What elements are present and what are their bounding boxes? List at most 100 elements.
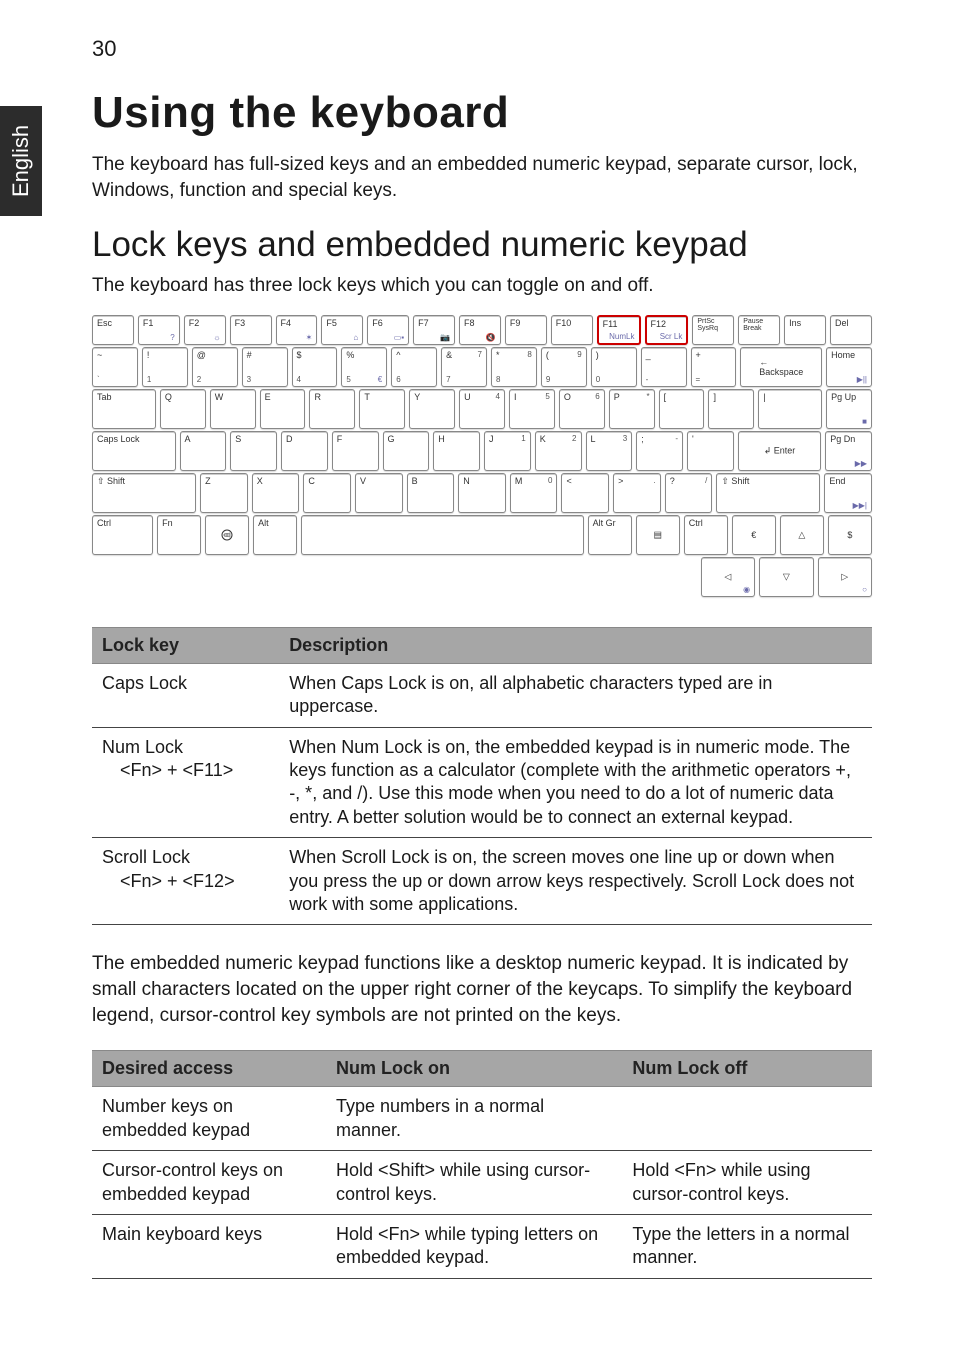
key-tab: Tab xyxy=(92,389,156,429)
windows-key-icon xyxy=(205,515,249,555)
key-8: *88 xyxy=(491,347,537,387)
key-f11: F11NumLk xyxy=(597,315,641,345)
key-j: J1 xyxy=(484,431,531,471)
key-arrow-left: ◁◉ xyxy=(701,557,755,597)
key-c: C xyxy=(303,473,351,513)
key-fn: Fn xyxy=(157,515,201,555)
language-tab: English xyxy=(0,106,42,216)
key-shift-left: ⇧ Shift xyxy=(92,473,196,513)
desired-access-table: Desired access Num Lock on Num Lock off … xyxy=(92,1050,872,1278)
key-o: O6 xyxy=(559,389,605,429)
cell-desc: When Scroll Lock is on, the screen moves… xyxy=(279,838,872,925)
key-arrow-down: ▽ xyxy=(759,557,813,597)
key-h: H xyxy=(433,431,480,471)
key-m: M0 xyxy=(510,473,558,513)
key-0: )0 xyxy=(591,347,637,387)
key-v: V xyxy=(355,473,403,513)
cell-desc: When Caps Lock is on, all alphabetic cha… xyxy=(279,663,872,727)
th-numlock-off: Num Lock off xyxy=(622,1051,872,1087)
key-tilde: ~` xyxy=(92,347,138,387)
section-sub: The keyboard has three lock keys which y… xyxy=(92,273,872,299)
cell-on: Hold <Fn> while typing letters on embedd… xyxy=(326,1214,622,1278)
key-n: N xyxy=(458,473,506,513)
key-menu: ▤ xyxy=(636,515,680,555)
key-home: Home▶|| xyxy=(826,347,872,387)
key-arrow-right: ▷○ xyxy=(818,557,872,597)
key-w: W xyxy=(210,389,256,429)
cell-on: Hold <Shift> while using cursor-control … xyxy=(326,1151,622,1215)
key-q: Q xyxy=(160,389,206,429)
table-row: Scroll Lock <Fn> + <F12> When Scroll Loc… xyxy=(92,838,872,925)
table-row: Caps Lock When Caps Lock is on, all alph… xyxy=(92,663,872,727)
mid-paragraph: The embedded numeric keypad functions li… xyxy=(92,951,872,1028)
kb-row-zxcv: ⇧ Shift Z X C V B N M0 < >. ?/ ⇧ Shift E… xyxy=(92,473,872,513)
key-ctrl-left: Ctrl xyxy=(92,515,153,555)
key-z: Z xyxy=(200,473,248,513)
key-i: I5 xyxy=(509,389,555,429)
key-r: R xyxy=(309,389,355,429)
th-lock-key: Lock key xyxy=(92,627,279,663)
cell-access: Main keyboard keys xyxy=(92,1214,326,1278)
key-lbracket: [ xyxy=(659,389,705,429)
table-header-row: Lock key Description xyxy=(92,627,872,663)
key-4: $4 xyxy=(292,347,338,387)
key-b: B xyxy=(407,473,455,513)
kb-row-function: Esc F1? F2☼ F3 F4✶ F5⌂ F6▭▪ F7📷 F8🔇 F9 F… xyxy=(92,315,872,345)
th-desired-access: Desired access xyxy=(92,1051,326,1087)
kb-row-arrows: ◁◉ ▽ ▷○ xyxy=(92,557,872,597)
key-euro: € xyxy=(732,515,776,555)
cell-off: Hold <Fn> while using cursor-control key… xyxy=(622,1151,872,1215)
key-g: G xyxy=(383,431,430,471)
key-f9: F9 xyxy=(505,315,547,345)
th-numlock-on: Num Lock on xyxy=(326,1051,622,1087)
key-f2: F2☼ xyxy=(184,315,226,345)
key-f4: F4✶ xyxy=(276,315,318,345)
keyboard-diagram: Esc F1? F2☼ F3 F4✶ F5⌂ F6▭▪ F7📷 F8🔇 F9 F… xyxy=(92,315,872,597)
lock-keys-table: Lock key Description Caps Lock When Caps… xyxy=(92,627,872,926)
key-esc: Esc xyxy=(92,315,134,345)
table-row: Main keyboard keys Hold <Fn> while typin… xyxy=(92,1214,872,1278)
key-9: (99 xyxy=(541,347,587,387)
cell-key: Num Lock <Fn> + <F11> xyxy=(92,727,279,838)
key-comma: < xyxy=(561,473,609,513)
cell-off: Type the letters in a normal manner. xyxy=(622,1214,872,1278)
intro-paragraph: The keyboard has full-sized keys and an … xyxy=(92,152,872,203)
cell-on: Type numbers in a normal manner. xyxy=(326,1087,622,1151)
table-row: Cursor-control keys on embedded keypad H… xyxy=(92,1151,872,1215)
kb-row-numbers: ~` !1 @2 #3 $4 %5€ ^6 &77 *88 (99 )0 _- … xyxy=(92,347,872,387)
key-capslock: Caps Lock xyxy=(92,431,176,471)
key-ins: Ins xyxy=(784,315,826,345)
key-slash: ?/ xyxy=(665,473,713,513)
section-heading: Lock keys and embedded numeric keypad xyxy=(92,225,872,265)
key-altgr: Alt Gr xyxy=(588,515,632,555)
key-rbracket: ] xyxy=(708,389,754,429)
key-backspace: ← Backspace xyxy=(740,347,822,387)
key-period: >. xyxy=(613,473,661,513)
table-row: Number keys on embedded keypad Type numb… xyxy=(92,1087,872,1151)
key-quote: ' xyxy=(687,431,734,471)
key-f12: F12Scr Lk xyxy=(645,315,689,345)
key-x: X xyxy=(252,473,300,513)
key-t: T xyxy=(359,389,405,429)
key-f: F xyxy=(332,431,379,471)
key-enter: ↲ Enter xyxy=(738,431,822,471)
cell-key: Caps Lock xyxy=(92,663,279,727)
key-5: %5€ xyxy=(341,347,387,387)
key-f10: F10 xyxy=(551,315,593,345)
cell-access: Cursor-control keys on embedded keypad xyxy=(92,1151,326,1215)
key-end: End▶▶| xyxy=(824,473,872,513)
key-f7: F7📷 xyxy=(413,315,455,345)
key-6: ^6 xyxy=(391,347,437,387)
kb-row-bottom: Ctrl Fn Alt Alt Gr ▤ Ctrl € △ $ xyxy=(92,515,872,555)
key-f3: F3 xyxy=(230,315,272,345)
cell-off xyxy=(622,1087,872,1151)
key-f6: F6▭▪ xyxy=(367,315,409,345)
key-7: &77 xyxy=(441,347,487,387)
key-s: S xyxy=(230,431,277,471)
key-dollar: $ xyxy=(828,515,872,555)
key-1: !1 xyxy=(142,347,188,387)
key-semicolon: ;- xyxy=(636,431,683,471)
key-arrow-up: △ xyxy=(780,515,824,555)
table-header-row: Desired access Num Lock on Num Lock off xyxy=(92,1051,872,1087)
key-d: D xyxy=(281,431,328,471)
